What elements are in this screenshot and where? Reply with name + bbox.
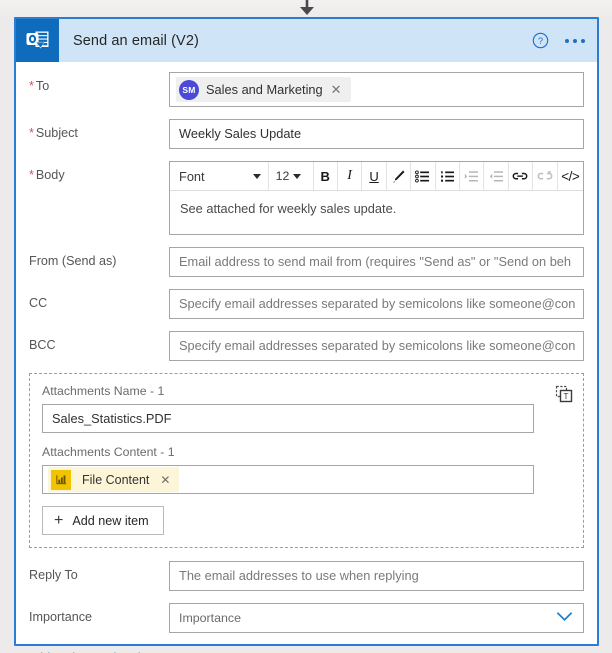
to-label: * To bbox=[29, 79, 50, 93]
attachments-content-input[interactable]: File Content ✕ bbox=[42, 465, 534, 494]
field-row-subject: * Subject Weekly Sales Update bbox=[29, 119, 584, 149]
field-row-importance: Importance Importance bbox=[29, 603, 584, 633]
send-email-action-card: Send an email (V2) ? * To SM Sales and M… bbox=[14, 17, 599, 653]
indent-increase-icon[interactable] bbox=[460, 162, 483, 190]
flow-action-card-screen: Send an email (V2) ? * To SM Sales and M… bbox=[0, 0, 612, 653]
italic-icon[interactable]: I bbox=[338, 162, 361, 190]
recipient-name: Sales and Marketing bbox=[206, 82, 323, 97]
subject-label: * Subject bbox=[29, 126, 78, 140]
subject-input[interactable]: Weekly Sales Update bbox=[169, 119, 584, 149]
font-size-value: 12 bbox=[275, 169, 290, 183]
bcc-label: BCC bbox=[29, 338, 56, 352]
close-icon[interactable]: ✕ bbox=[330, 83, 343, 96]
cc-input[interactable]: Specify email addresses separated by sem… bbox=[169, 289, 584, 319]
numbered-list-icon[interactable] bbox=[436, 162, 459, 190]
importance-value: Importance bbox=[179, 611, 241, 625]
chevron-down-icon bbox=[293, 173, 302, 179]
unlink-icon[interactable] bbox=[533, 162, 556, 190]
field-row-reply-to: Reply To The email addresses to use when… bbox=[29, 561, 584, 591]
reply-to-input[interactable]: The email addresses to use when replying bbox=[169, 561, 584, 591]
close-icon[interactable]: ✕ bbox=[160, 473, 170, 487]
link-icon[interactable] bbox=[509, 162, 532, 190]
to-input[interactable]: SM Sales and Marketing ✕ bbox=[169, 72, 584, 107]
editor-toolbar: Font 12 B I U </> bbox=[170, 162, 583, 191]
field-row-from: From (Send as) Email address to send mai… bbox=[29, 247, 584, 277]
file-content-chart-icon bbox=[51, 469, 71, 490]
code-view-icon[interactable]: </> bbox=[558, 162, 583, 190]
required-asterisk: * bbox=[29, 79, 34, 93]
body-text-area[interactable]: See attached for weekly sales update. bbox=[170, 191, 583, 234]
from-input[interactable]: Email address to send mail from (require… bbox=[169, 247, 584, 277]
plus-icon: + bbox=[54, 511, 64, 529]
down-arrow-icon bbox=[297, 0, 317, 18]
highlighter-pen-icon[interactable] bbox=[387, 162, 410, 190]
font-family-dropdown[interactable]: Font bbox=[170, 162, 268, 190]
required-asterisk: * bbox=[29, 168, 34, 182]
bold-icon[interactable]: B bbox=[313, 162, 336, 190]
attachments-name-input[interactable]: Sales_Statistics.PDF bbox=[42, 404, 534, 433]
token-label: File Content bbox=[82, 472, 150, 487]
bcc-input[interactable]: Specify email addresses separated by sem… bbox=[169, 331, 584, 361]
attachments-content-label: Attachments Content - 1 bbox=[42, 445, 175, 459]
card-body: *To SM Sales and Marketing ✕ *Subject bbox=[16, 62, 597, 653]
help-circle-icon[interactable]: ? bbox=[532, 32, 549, 49]
card-title: Send an email (V2) bbox=[73, 32, 199, 49]
body-label: * Body bbox=[29, 168, 65, 182]
indent-decrease-icon[interactable] bbox=[484, 162, 507, 190]
importance-label: Importance bbox=[29, 610, 92, 624]
reply-to-label: Reply To bbox=[29, 568, 78, 582]
attachments-name-label: Attachments Name - 1 bbox=[42, 384, 165, 398]
field-row-bcc: BCC Specify email addresses separated by… bbox=[29, 331, 584, 361]
flow-connector bbox=[0, 0, 612, 18]
attachments-panel: T Attachments Name - 1 Sales_Statistics.… bbox=[29, 373, 584, 548]
from-label: From (Send as) bbox=[29, 254, 117, 268]
avatar: SM bbox=[179, 79, 199, 100]
add-new-item-label: Add new item bbox=[72, 513, 149, 528]
required-asterisk: * bbox=[29, 126, 34, 140]
field-row-body: * Body Font 12 B I U </> See attached fo… bbox=[29, 161, 584, 235]
chevron-down-icon bbox=[252, 173, 261, 179]
add-new-item-button[interactable]: + Add new item bbox=[42, 506, 164, 535]
field-row-cc: CC Specify email addresses separated by … bbox=[29, 289, 584, 319]
duplicate-item-icon[interactable]: T bbox=[554, 384, 574, 404]
outlook-icon bbox=[16, 19, 59, 62]
underline-icon[interactable]: U bbox=[362, 162, 385, 190]
field-row-to: * To SM Sales and Marketing ✕ bbox=[29, 72, 584, 107]
svg-text:T: T bbox=[563, 391, 568, 401]
file-content-token[interactable]: File Content ✕ bbox=[48, 467, 180, 492]
recipient-chip[interactable]: SM Sales and Marketing ✕ bbox=[176, 77, 351, 102]
font-size-dropdown[interactable]: 12 bbox=[269, 162, 313, 190]
svg-text:?: ? bbox=[538, 36, 543, 47]
rich-text-editor: Font 12 B I U </> See attached for weekl… bbox=[169, 161, 584, 235]
header-actions: ? bbox=[532, 19, 587, 62]
ellipsis-icon[interactable] bbox=[563, 35, 587, 47]
font-family-value: Font bbox=[179, 168, 205, 184]
card-header: Send an email (V2) ? bbox=[16, 19, 597, 62]
chevron-down-icon bbox=[556, 611, 573, 625]
bulleted-list-icon[interactable] bbox=[411, 162, 434, 190]
importance-select[interactable]: Importance bbox=[169, 603, 584, 633]
cc-label: CC bbox=[29, 296, 48, 310]
